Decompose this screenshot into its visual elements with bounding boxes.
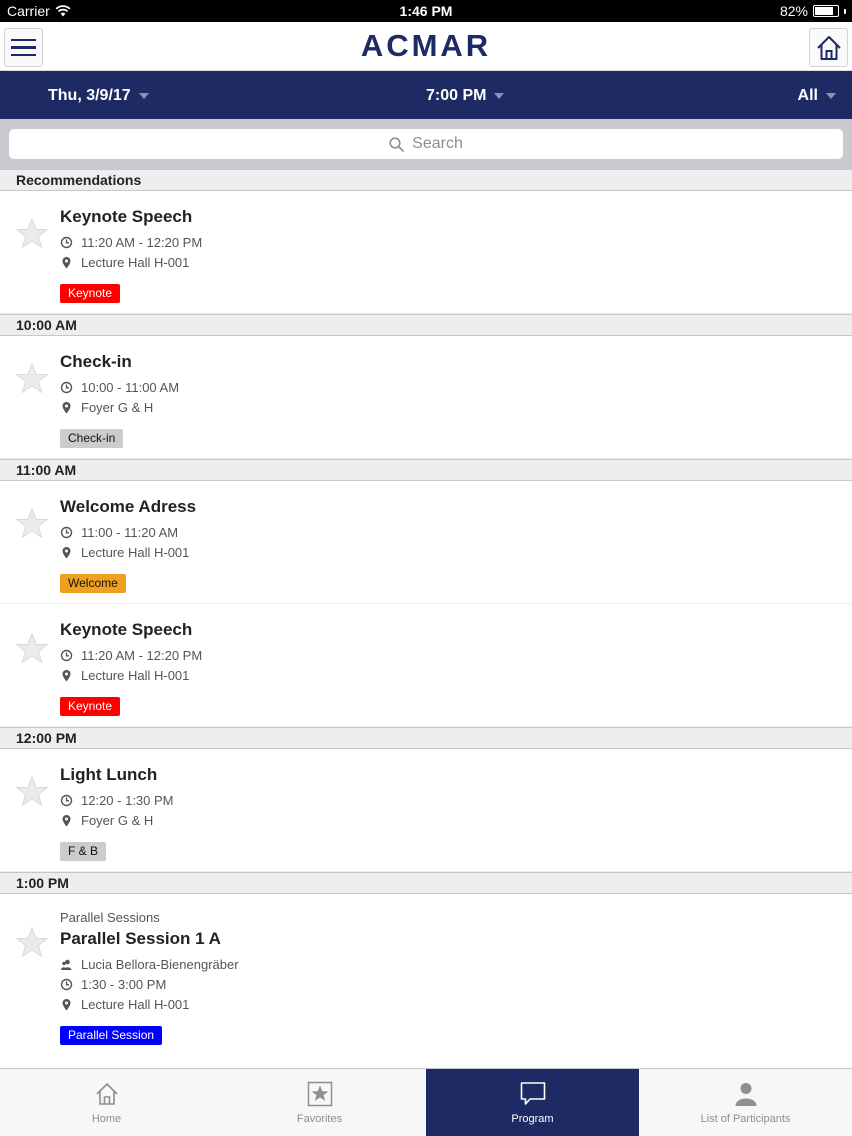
time-filter[interactable]: 7:00 PM (426, 87, 505, 105)
home-icon (95, 1083, 118, 1105)
search-icon (389, 136, 405, 152)
session-tag: Keynote (60, 284, 121, 303)
session-tag: Check-in (60, 429, 124, 448)
person-icon (735, 1083, 756, 1106)
time-filter-label: 7:00 PM (426, 87, 487, 104)
list-item[interactable]: Parallel Sessions Parallel Session 1 A L… (0, 894, 852, 1058)
tab-list-of-participants[interactable]: List of Participants (639, 1069, 852, 1136)
tab-bar: Home Favorites Program List of Participa… (0, 1068, 852, 1136)
section-header: 12:00 PM (0, 727, 852, 749)
clock-icon (60, 649, 73, 661)
session-location: Lecture Hall H-001 (60, 994, 239, 1014)
section-header: Recommendations (0, 169, 852, 191)
tab-favorites[interactable]: Favorites (213, 1069, 426, 1136)
section-header: 1:00 PM (0, 872, 852, 894)
session-time: 1:30 - 3:00 PM (60, 974, 239, 994)
location-pin-icon (62, 669, 71, 681)
star-icon (307, 1081, 332, 1107)
type-filter-label: All (797, 87, 818, 104)
list-item[interactable]: Keynote Speech 11:20 AM - 12:20 PM Lectu… (0, 191, 852, 314)
session-location: Foyer G & H (60, 810, 174, 830)
list-item[interactable]: Keynote Speech 11:20 AM - 12:20 PM Lectu… (0, 604, 852, 727)
battery-icon (813, 5, 839, 17)
star-icon[interactable] (15, 775, 49, 809)
app-header: ACMAR (0, 22, 852, 71)
filter-bar: Thu, 3/9/17 7:00 PM All (0, 71, 852, 119)
date-filter[interactable]: Thu, 3/9/17 (48, 87, 149, 105)
status-bar: Carrier 1:46 PM 82% (0, 0, 852, 22)
app-title: ACMAR (360, 28, 492, 63)
section-header: 10:00 AM (0, 314, 852, 336)
clock-icon (60, 794, 73, 806)
session-category: Parallel Sessions (60, 910, 160, 925)
session-title: Keynote Speech (60, 620, 193, 639)
people-icon (61, 959, 72, 970)
tab-home[interactable]: Home (0, 1069, 213, 1136)
battery-percent: 82% (779, 3, 808, 19)
session-title: Keynote Speech (60, 207, 193, 226)
battery-indicator: 82% (780, 3, 846, 19)
star-icon[interactable] (15, 362, 49, 396)
list-item[interactable]: Light Lunch 12:20 - 1:30 PM Foyer G & H … (0, 749, 852, 872)
session-location: Lecture Hall H-001 (60, 665, 202, 685)
date-filter-label: Thu, 3/9/17 (48, 87, 131, 104)
tab-label: List of Participants (700, 1113, 791, 1125)
search-input[interactable]: Search (9, 129, 843, 159)
tab-label: Favorites (296, 1113, 343, 1125)
session-time: 10:00 - 11:00 AM (60, 377, 179, 397)
search-area: Search (0, 119, 852, 169)
clock-icon (60, 381, 73, 393)
star-icon[interactable] (15, 926, 49, 960)
chevron-down-icon (826, 93, 836, 99)
session-tag: F & B (60, 842, 107, 861)
location-pin-icon (62, 814, 71, 826)
status-time: 1:46 PM (399, 3, 453, 19)
star-icon[interactable] (15, 507, 49, 541)
location-pin-icon (62, 546, 71, 558)
session-tag: Parallel Session (60, 1026, 163, 1045)
session-location: Foyer G & H (60, 397, 179, 417)
clock-icon (60, 526, 73, 538)
program-list[interactable]: Recommendations Keynote Speech 11:20 AM … (0, 169, 852, 1068)
session-time: 12:20 - 1:30 PM (60, 790, 174, 810)
search-placeholder: Search (412, 135, 463, 152)
tab-label: Program (511, 1113, 554, 1125)
session-speaker: Lucia Bellora-Bienengräber (60, 954, 239, 974)
section-header: 11:00 AM (0, 459, 852, 481)
chevron-down-icon (138, 93, 149, 99)
location-pin-icon (62, 256, 71, 268)
location-pin-icon (62, 401, 71, 413)
tab-program[interactable]: Program (426, 1069, 639, 1136)
clock-icon (60, 236, 73, 248)
chevron-down-icon (494, 93, 505, 99)
star-icon[interactable] (15, 632, 49, 666)
session-location: Lecture Hall H-001 (60, 252, 202, 272)
list-item[interactable]: Check-in 10:00 - 11:00 AM Foyer G & H Ch… (0, 336, 852, 459)
star-icon[interactable] (15, 217, 49, 251)
type-filter[interactable]: All (798, 87, 836, 105)
session-title: Light Lunch (60, 765, 158, 784)
session-time: 11:20 AM - 12:20 PM (60, 645, 202, 665)
clock-icon (60, 978, 73, 990)
tab-label: Home (91, 1113, 122, 1125)
session-tag: Keynote (60, 697, 121, 716)
speech-bubble-icon (520, 1082, 545, 1105)
session-title: Check-in (60, 352, 132, 371)
home-button[interactable] (809, 28, 848, 67)
home-icon (816, 35, 841, 60)
session-tag: Welcome (60, 574, 126, 593)
location-pin-icon (62, 998, 71, 1010)
session-time: 11:20 AM - 12:20 PM (60, 232, 202, 252)
list-item[interactable]: Welcome Adress 11:00 - 11:20 AM Lecture … (0, 481, 852, 604)
session-time: 11:00 - 11:20 AM (60, 522, 196, 542)
session-location: Lecture Hall H-001 (60, 542, 196, 562)
session-title: Welcome Adress (60, 497, 197, 516)
session-title: Parallel Session 1 A (60, 929, 221, 948)
